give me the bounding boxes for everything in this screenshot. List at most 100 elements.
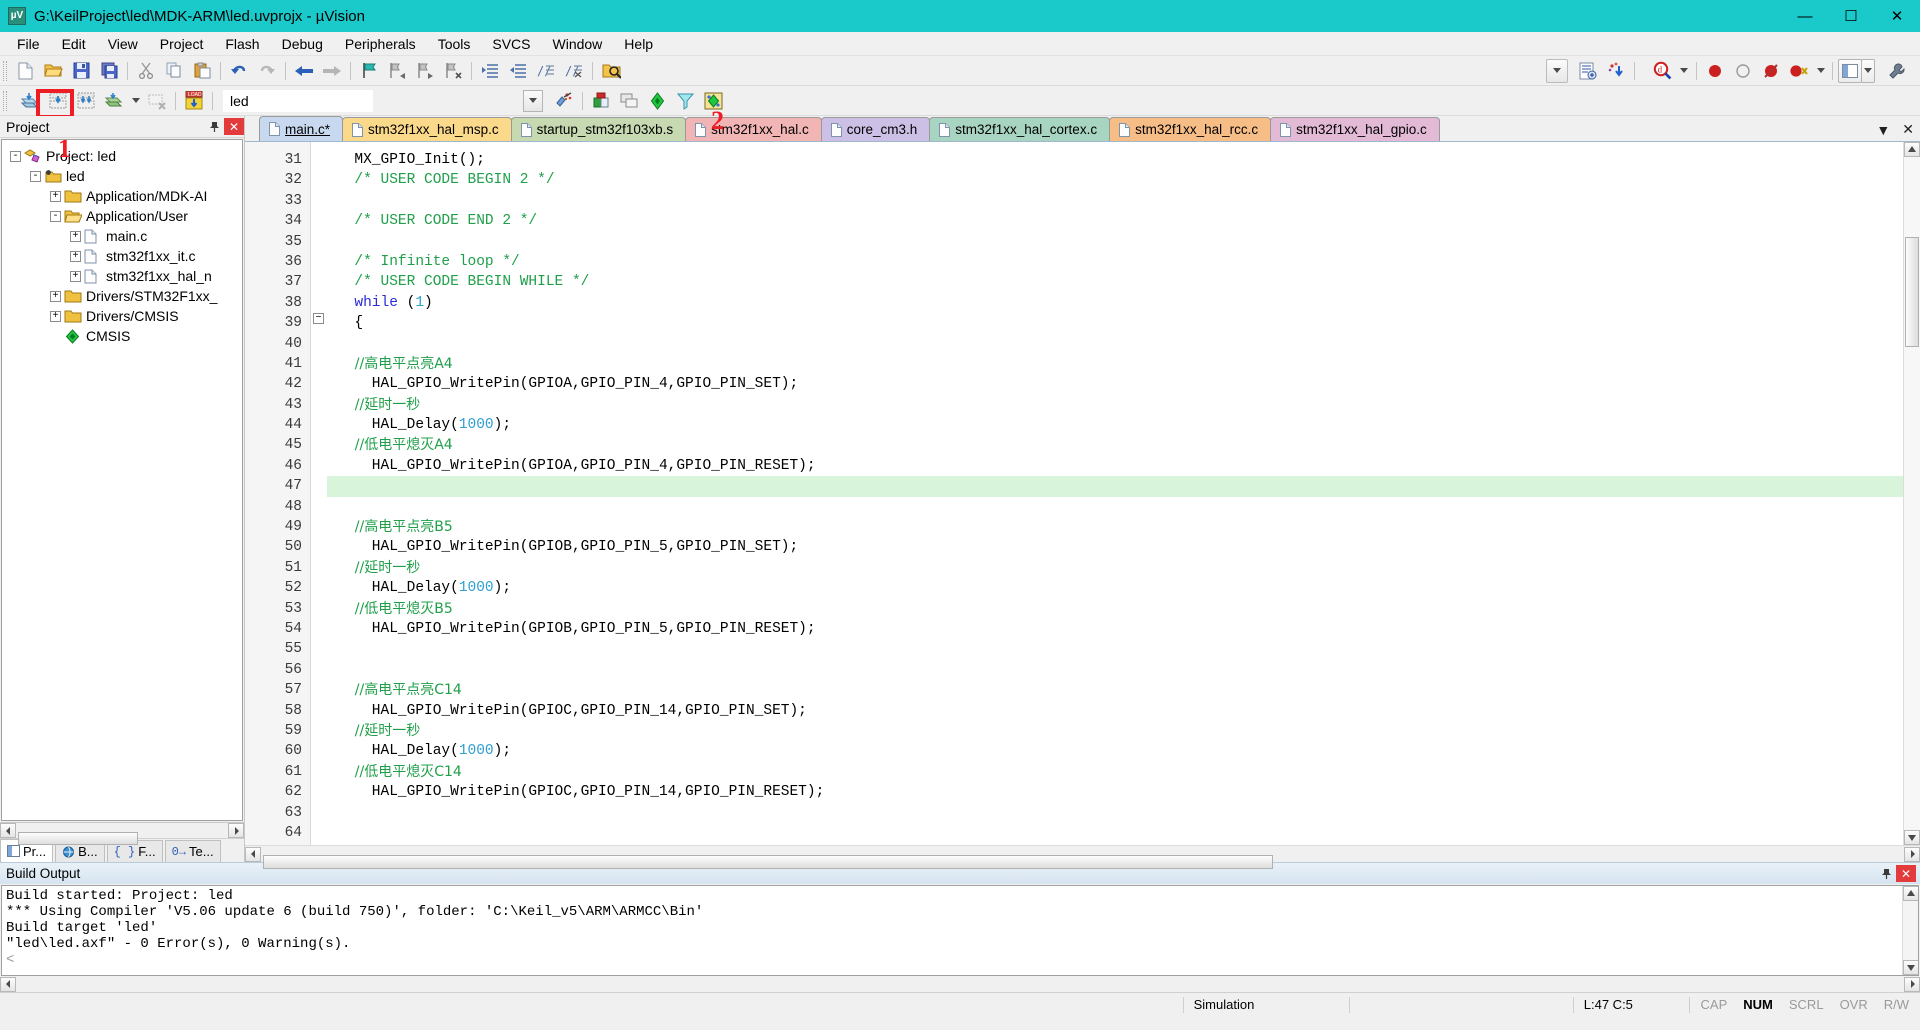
menu-flash[interactable]: Flash <box>214 33 270 55</box>
open-file-icon[interactable] <box>40 59 66 83</box>
menu-svcs[interactable]: SVCS <box>481 33 541 55</box>
scrollbar-thumb[interactable] <box>18 831 138 845</box>
manage-runtime-env-icon[interactable] <box>700 89 726 113</box>
cut-icon[interactable] <box>133 59 159 83</box>
tree-expander[interactable]: + <box>70 230 81 242</box>
bookmark-clear-icon[interactable] <box>440 59 466 83</box>
tree-expander[interactable]: + <box>50 310 61 322</box>
menu-tools[interactable]: Tools <box>427 33 482 55</box>
breakpoint-kill-all-icon[interactable] <box>1786 59 1812 83</box>
tree-node-stm32f1xx-it-c[interactable]: + stm32f1xx_it.c <box>10 246 242 266</box>
tree-node-application-mdk[interactable]: + Application/MDK-AI <box>10 186 242 206</box>
scroll-up-arrow[interactable] <box>1904 142 1920 157</box>
editor-tab-core-cm3[interactable]: core_cm3.h <box>820 117 931 141</box>
target-select[interactable]: led <box>223 89 373 112</box>
bookmark-toggle-icon[interactable] <box>356 59 382 83</box>
comment-icon[interactable]: // <box>533 59 559 83</box>
menu-view[interactable]: View <box>97 33 149 55</box>
redo-icon[interactable] <box>254 59 280 83</box>
pack-installer-icon[interactable] <box>644 89 670 113</box>
project-tree-hscrollbar[interactable] <box>0 822 244 845</box>
new-file-icon[interactable] <box>12 59 38 83</box>
copy-icon[interactable] <box>161 59 187 83</box>
scroll-right-arrow[interactable] <box>1904 846 1920 862</box>
scrollbar-thumb[interactable] <box>1905 237 1919 347</box>
menu-help[interactable]: Help <box>613 33 664 55</box>
uncomment-icon[interactable]: // <box>561 59 587 83</box>
fold-toggle-icon[interactable]: − <box>313 313 324 324</box>
tree-node-cmsis[interactable]: CMSIS <box>10 326 242 346</box>
editor-tab-hal-msp[interactable]: stm32f1xx_hal_msp.c <box>342 117 512 141</box>
close-icon[interactable]: ✕ <box>1896 865 1916 882</box>
editor-hscrollbar[interactable] <box>245 845 1920 869</box>
editor-vscrollbar[interactable] <box>1903 142 1920 845</box>
close-icon[interactable]: ✕ <box>224 118 244 135</box>
configure-icon[interactable] <box>1884 59 1910 83</box>
tree-expander[interactable]: + <box>50 290 61 302</box>
menu-edit[interactable]: Edit <box>51 33 97 55</box>
tree-node-stm32f1xx-hal-msp-c[interactable]: + stm32f1xx_hal_n <box>10 266 242 286</box>
stop-build-icon[interactable] <box>144 89 170 113</box>
tree-expander[interactable]: - <box>50 210 61 222</box>
editor-tab-hal-c[interactable]: stm32f1xx_hal.c <box>685 117 822 141</box>
maximize-button[interactable]: ☐ <box>1828 0 1874 32</box>
tree-node-main-c[interactable]: + main.c <box>10 226 242 246</box>
scroll-left-arrow[interactable] <box>0 976 16 992</box>
translate-file-icon[interactable] <box>17 89 43 113</box>
window-layout-icon[interactable] <box>1838 58 1862 83</box>
target-select-arrow[interactable] <box>523 89 543 112</box>
toolbar-grip[interactable] <box>3 90 7 111</box>
scroll-left-arrow[interactable] <box>0 823 16 838</box>
code-viewport[interactable]: 31 32 33 34 35 36 37 38 39 40 41 42 43 4… <box>245 142 1903 845</box>
chevron-down-icon[interactable]: ▼ <box>1876 122 1890 138</box>
minimize-button[interactable]: — <box>1782 0 1828 32</box>
menu-peripherals[interactable]: Peripherals <box>334 33 427 55</box>
editor-tab-hal-cortex[interactable]: stm32f1xx_hal_cortex.c <box>929 117 1111 141</box>
paste-icon[interactable] <box>189 59 215 83</box>
rebuild-all-icon[interactable] <box>73 89 99 113</box>
scroll-down-arrow[interactable] <box>1904 830 1920 845</box>
scroll-left-arrow[interactable] <box>245 846 261 862</box>
software-packs-filter-icon[interactable] <box>672 89 698 113</box>
code-text[interactable]: MX_GPIO_Init(); /* USER CODE BEGIN 2 */ … <box>327 142 1903 845</box>
panel-tab-templates[interactable]: 0→ Te... <box>164 840 221 862</box>
multi-project-icon[interactable] <box>616 89 642 113</box>
breakpoint-icon[interactable] <box>1702 59 1728 83</box>
debug-magnifier-button[interactable]: d <box>1649 59 1675 83</box>
close-button[interactable]: ✕ <box>1874 0 1920 32</box>
editor-tab-hal-gpio[interactable]: stm32f1xx_hal_gpio.c <box>1270 117 1440 141</box>
configure-debug-icon[interactable] <box>1575 59 1601 83</box>
build-output-hscrollbar[interactable] <box>0 976 1920 992</box>
build-target-button[interactable] <box>45 89 71 113</box>
editor-tab-startup[interactable]: startup_stm32f103xb.s <box>510 117 687 141</box>
tree-node-application-user[interactable]: - Application/User <box>10 206 242 226</box>
save-icon[interactable] <box>68 59 94 83</box>
indent-icon[interactable] <box>477 59 503 83</box>
tree-expander[interactable]: - <box>30 170 41 182</box>
menu-project[interactable]: Project <box>149 33 215 55</box>
build-output-text[interactable]: Build started: Project: led *** Using Co… <box>1 885 1919 976</box>
find-in-files-icon[interactable] <box>598 59 624 83</box>
editor-tab-main-c[interactable]: main.c* <box>259 116 344 141</box>
bookmark-prev-icon[interactable] <box>384 59 410 83</box>
menu-file[interactable]: File <box>6 33 51 55</box>
manage-components-icon[interactable] <box>588 89 614 113</box>
scrollbar-track[interactable] <box>1904 157 1920 830</box>
scroll-down-arrow[interactable] <box>1903 960 1918 975</box>
build-output-vscrollbar[interactable] <box>1902 886 1918 975</box>
breakpoint-disable-all-icon[interactable] <box>1758 59 1784 83</box>
menu-debug[interactable]: Debug <box>271 33 334 55</box>
scrollbar-thumb[interactable] <box>263 855 1273 869</box>
download-load-icon[interactable]: LOAD <box>181 89 207 113</box>
code-fold-column[interactable]: − <box>311 142 327 845</box>
undo-icon[interactable] <box>226 59 252 83</box>
toolbar-overflow-dropdown-icon[interactable] <box>1546 58 1568 83</box>
batch-build-dropdown-icon[interactable] <box>129 89 142 113</box>
tree-node-drivers-stm32f1xx[interactable]: + Drivers/STM32F1xx_ <box>10 286 242 306</box>
batch-build-icon[interactable] <box>101 89 127 113</box>
navigate-back-icon[interactable] <box>291 59 317 83</box>
breakpoint-dropdown-icon[interactable] <box>1814 59 1827 83</box>
download-icon[interactable] <box>1603 59 1629 83</box>
scroll-up-arrow[interactable] <box>1903 886 1918 901</box>
bookmark-next-icon[interactable] <box>412 59 438 83</box>
